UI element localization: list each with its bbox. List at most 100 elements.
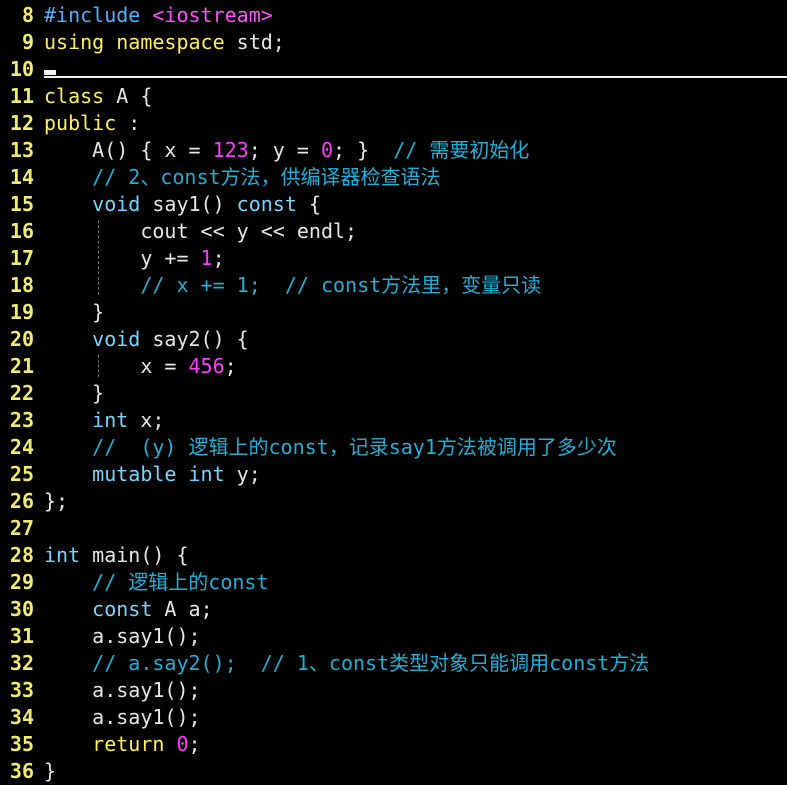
code-text: #include <iostream> xyxy=(44,2,273,29)
code-token: 0 xyxy=(176,732,189,756)
code-text: class A { xyxy=(44,83,152,110)
code-text: A() { x = 123; y = 0; } // 需要初始化 xyxy=(44,137,529,164)
code-editor[interactable]: 8 #include <iostream> 9 using namespace std… xyxy=(0,0,787,783)
code-token: // (y) 逻辑上的const，记录say1方法被调用了多少次 xyxy=(44,435,617,459)
code-line[interactable]: 12 public : xyxy=(0,110,787,137)
code-line[interactable]: 30 const A a; xyxy=(0,596,787,623)
code-token: class xyxy=(44,84,105,108)
code-text: int main() { xyxy=(44,542,189,569)
line-number: 18 xyxy=(9,273,34,297)
code-token: a.say1(); xyxy=(44,678,201,702)
code-line[interactable]: 10 xyxy=(0,56,787,83)
code-text: // 2、const方法，供编译器检查语法 xyxy=(44,164,441,191)
line-number: 17 xyxy=(9,246,34,270)
code-token: A { xyxy=(104,84,153,108)
code-line[interactable]: 28 int main() { xyxy=(0,542,787,569)
code-line[interactable]: 21 x = 456; xyxy=(0,353,787,380)
code-line[interactable]: 33 a.say1(); xyxy=(0,677,787,704)
line-number: 12 xyxy=(9,111,34,135)
line-number: 19 xyxy=(9,300,34,324)
code-text: void say1() const { xyxy=(44,191,321,218)
code-line[interactable]: 32 // a.say2(); // 1、const类型对象只能调用const方… xyxy=(0,650,787,677)
code-token: ; xyxy=(212,246,225,270)
code-text: x = 456; xyxy=(44,353,237,380)
line-number: 10 xyxy=(9,57,34,81)
code-line[interactable]: 22 } xyxy=(0,380,787,407)
code-line[interactable]: 27 xyxy=(0,515,787,542)
code-text: public : xyxy=(44,110,140,137)
code-line[interactable]: 20 void say2() { xyxy=(0,326,787,353)
line-number: 29 xyxy=(9,570,34,594)
line-number: 16 xyxy=(9,219,34,243)
code-line[interactable]: 9 using namespace std; xyxy=(0,29,787,56)
code-token: cout << y << endl; xyxy=(44,219,358,243)
line-number: 8 xyxy=(21,3,34,27)
code-token: ; } xyxy=(333,138,394,162)
code-token: : xyxy=(116,111,141,135)
code-token: } xyxy=(44,381,105,405)
code-token: int xyxy=(92,408,129,432)
code-line[interactable]: 19 } xyxy=(0,299,787,326)
code-token: // x += 1; // const方法里，变量只读 xyxy=(44,273,542,297)
code-text: a.say1(); xyxy=(44,623,201,650)
code-token: a.say1(); xyxy=(44,624,201,648)
line-number: 20 xyxy=(9,327,34,351)
code-token: // a.say2(); // 1、const类型对象只能调用const方法 xyxy=(44,651,650,675)
code-text: } xyxy=(44,299,104,326)
line-number: 25 xyxy=(9,462,34,486)
code-text: return 0; xyxy=(44,731,200,758)
code-text: int x; xyxy=(44,407,164,434)
code-line[interactable]: 16 cout << y << endl; xyxy=(0,218,787,245)
line-number: 15 xyxy=(9,192,34,216)
code-text: // 逻辑上的const xyxy=(44,569,269,596)
code-line[interactable]: 11 class A { xyxy=(0,83,787,110)
code-line[interactable]: 31 a.say1(); xyxy=(0,623,787,650)
code-text: const A a; xyxy=(44,596,213,623)
code-line[interactable]: 25 mutable int y; xyxy=(0,461,787,488)
code-token: // 2、const方法，供编译器检查语法 xyxy=(44,165,441,189)
code-token: A a; xyxy=(152,597,213,621)
line-number: 35 xyxy=(9,732,34,756)
code-token: #include xyxy=(44,3,141,27)
line-number: 21 xyxy=(9,354,34,378)
code-token: namespace xyxy=(116,30,225,54)
code-token: const xyxy=(236,192,297,216)
line-number: 24 xyxy=(9,435,34,459)
code-token: { xyxy=(296,192,321,216)
code-token: 123 xyxy=(212,138,249,162)
code-line[interactable]: 13 A() { x = 123; y = 0; } // 需要初始化 xyxy=(0,137,787,164)
code-line[interactable]: 24 // (y) 逻辑上的const，记录say1方法被调用了多少次 xyxy=(0,434,787,461)
code-token: } xyxy=(44,300,105,324)
code-text: // (y) 逻辑上的const，记录say1方法被调用了多少次 xyxy=(44,434,617,461)
code-token: int xyxy=(44,543,81,567)
code-text: cout << y << endl; xyxy=(44,218,357,245)
code-text: // x += 1; // const方法里，变量只读 xyxy=(44,272,541,299)
line-number: 23 xyxy=(9,408,34,432)
line-number: 26 xyxy=(9,489,34,513)
code-line[interactable]: 18 // x += 1; // const方法里，变量只读 xyxy=(0,272,787,299)
code-token: x; xyxy=(128,408,165,432)
code-line[interactable]: 26}; xyxy=(0,488,787,515)
code-token: int xyxy=(188,462,225,486)
code-token: a.say1(); xyxy=(44,705,201,729)
code-token: ; xyxy=(224,354,237,378)
line-number: 31 xyxy=(9,624,34,648)
code-token: main() { xyxy=(80,543,189,567)
code-token: // 逻辑上的const xyxy=(44,570,269,594)
code-line[interactable]: 15 void say1() const { xyxy=(0,191,787,218)
code-line[interactable]: 34 a.say1(); xyxy=(0,704,787,731)
line-number: 27 xyxy=(9,516,34,540)
code-line[interactable]: 14 // 2、const方法，供编译器检查语法 xyxy=(0,164,787,191)
code-line[interactable]: 29 // 逻辑上的const xyxy=(0,569,787,596)
code-text: y += 1; xyxy=(44,245,225,272)
code-line[interactable]: 8 #include <iostream> xyxy=(0,2,787,29)
code-token: A() { x = xyxy=(44,138,213,162)
code-line[interactable]: 23 int x; xyxy=(0,407,787,434)
code-token: 1 xyxy=(200,246,213,270)
code-line[interactable]: 17 y += 1; xyxy=(0,245,787,272)
line-number: 32 xyxy=(9,651,34,675)
code-line[interactable]: 35 return 0; xyxy=(0,731,787,758)
